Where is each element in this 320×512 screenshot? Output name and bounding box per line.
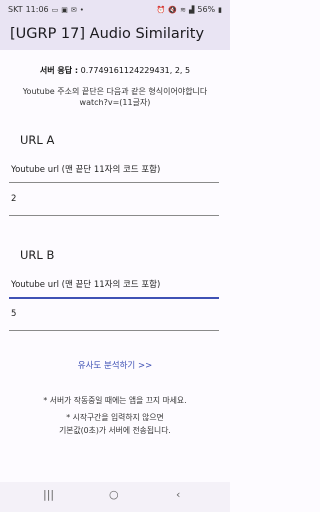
carrier-label: SKT [8,5,23,14]
system-nav-bar: ||| ○ ‹ [0,482,230,512]
clock: 11:06 [25,5,49,14]
mute-icon: 🔇 [168,5,178,14]
server-response: 서버 응답 : 0.7749161124229431, 2, 5 [0,65,230,76]
url-a-title: URL A [20,133,55,147]
signal-icon: ▟ [188,5,195,14]
back-button[interactable]: ‹ [176,488,180,501]
url-a-start-field[interactable]: 2 [11,194,191,204]
mail-icon: ✉ [70,5,77,14]
url-b-title: URL B [20,248,55,262]
message-icon: ▭ [51,5,59,14]
url-b-field[interactable]: Youtube url (맨 끝단 11자의 코드 포함) [11,278,215,290]
gallery-icon: ▣ [61,5,68,14]
url-format-notice: Youtube 주소의 끝단은 다음과 같은 형식이어야합니다 watch?v=… [22,87,208,107]
analyze-similarity-button[interactable]: 유사도 분석하기 >> [0,359,230,371]
app-bar: [UGRP 17] Audio Similarity [0,20,230,50]
app-title: [UGRP 17] Audio Similarity [10,26,205,42]
note-default-value: 기본값(0초)가 서버에 전송됩니다. [59,426,171,435]
server-response-label: 서버 응답 : [39,66,79,75]
dot-icon: • [79,5,84,14]
url-a-field[interactable]: Youtube url (맨 끝단 11자의 코드 포함) [11,163,215,175]
wifi-icon: ≋ [180,5,186,14]
battery-level: 56% [197,5,216,14]
battery-icon: ▮ [218,5,222,14]
server-response-value: 0.7749161124229431, 2, 5 [80,66,191,75]
url-a-underline [9,182,219,183]
recents-button[interactable]: ||| [43,488,54,501]
status-bar: SKT 11:06 ▭ ▣ ✉ • ⏰ 🔇 ≋ ▟ 56% ▮ [0,0,230,20]
url-b-underline [9,297,219,299]
note-server-running: * 서버가 작동중일 때에는 앱을 끄지 마세요. [43,396,187,405]
url-a-start-underline [9,215,219,216]
note-start-interval: * 시작구간을 입력하지 않으면 [66,413,164,422]
alarm-icon: ⏰ [156,5,166,14]
url-b-start-field[interactable]: 5 [11,309,191,319]
url-b-start-underline [9,330,219,331]
home-button[interactable]: ○ [109,488,119,501]
